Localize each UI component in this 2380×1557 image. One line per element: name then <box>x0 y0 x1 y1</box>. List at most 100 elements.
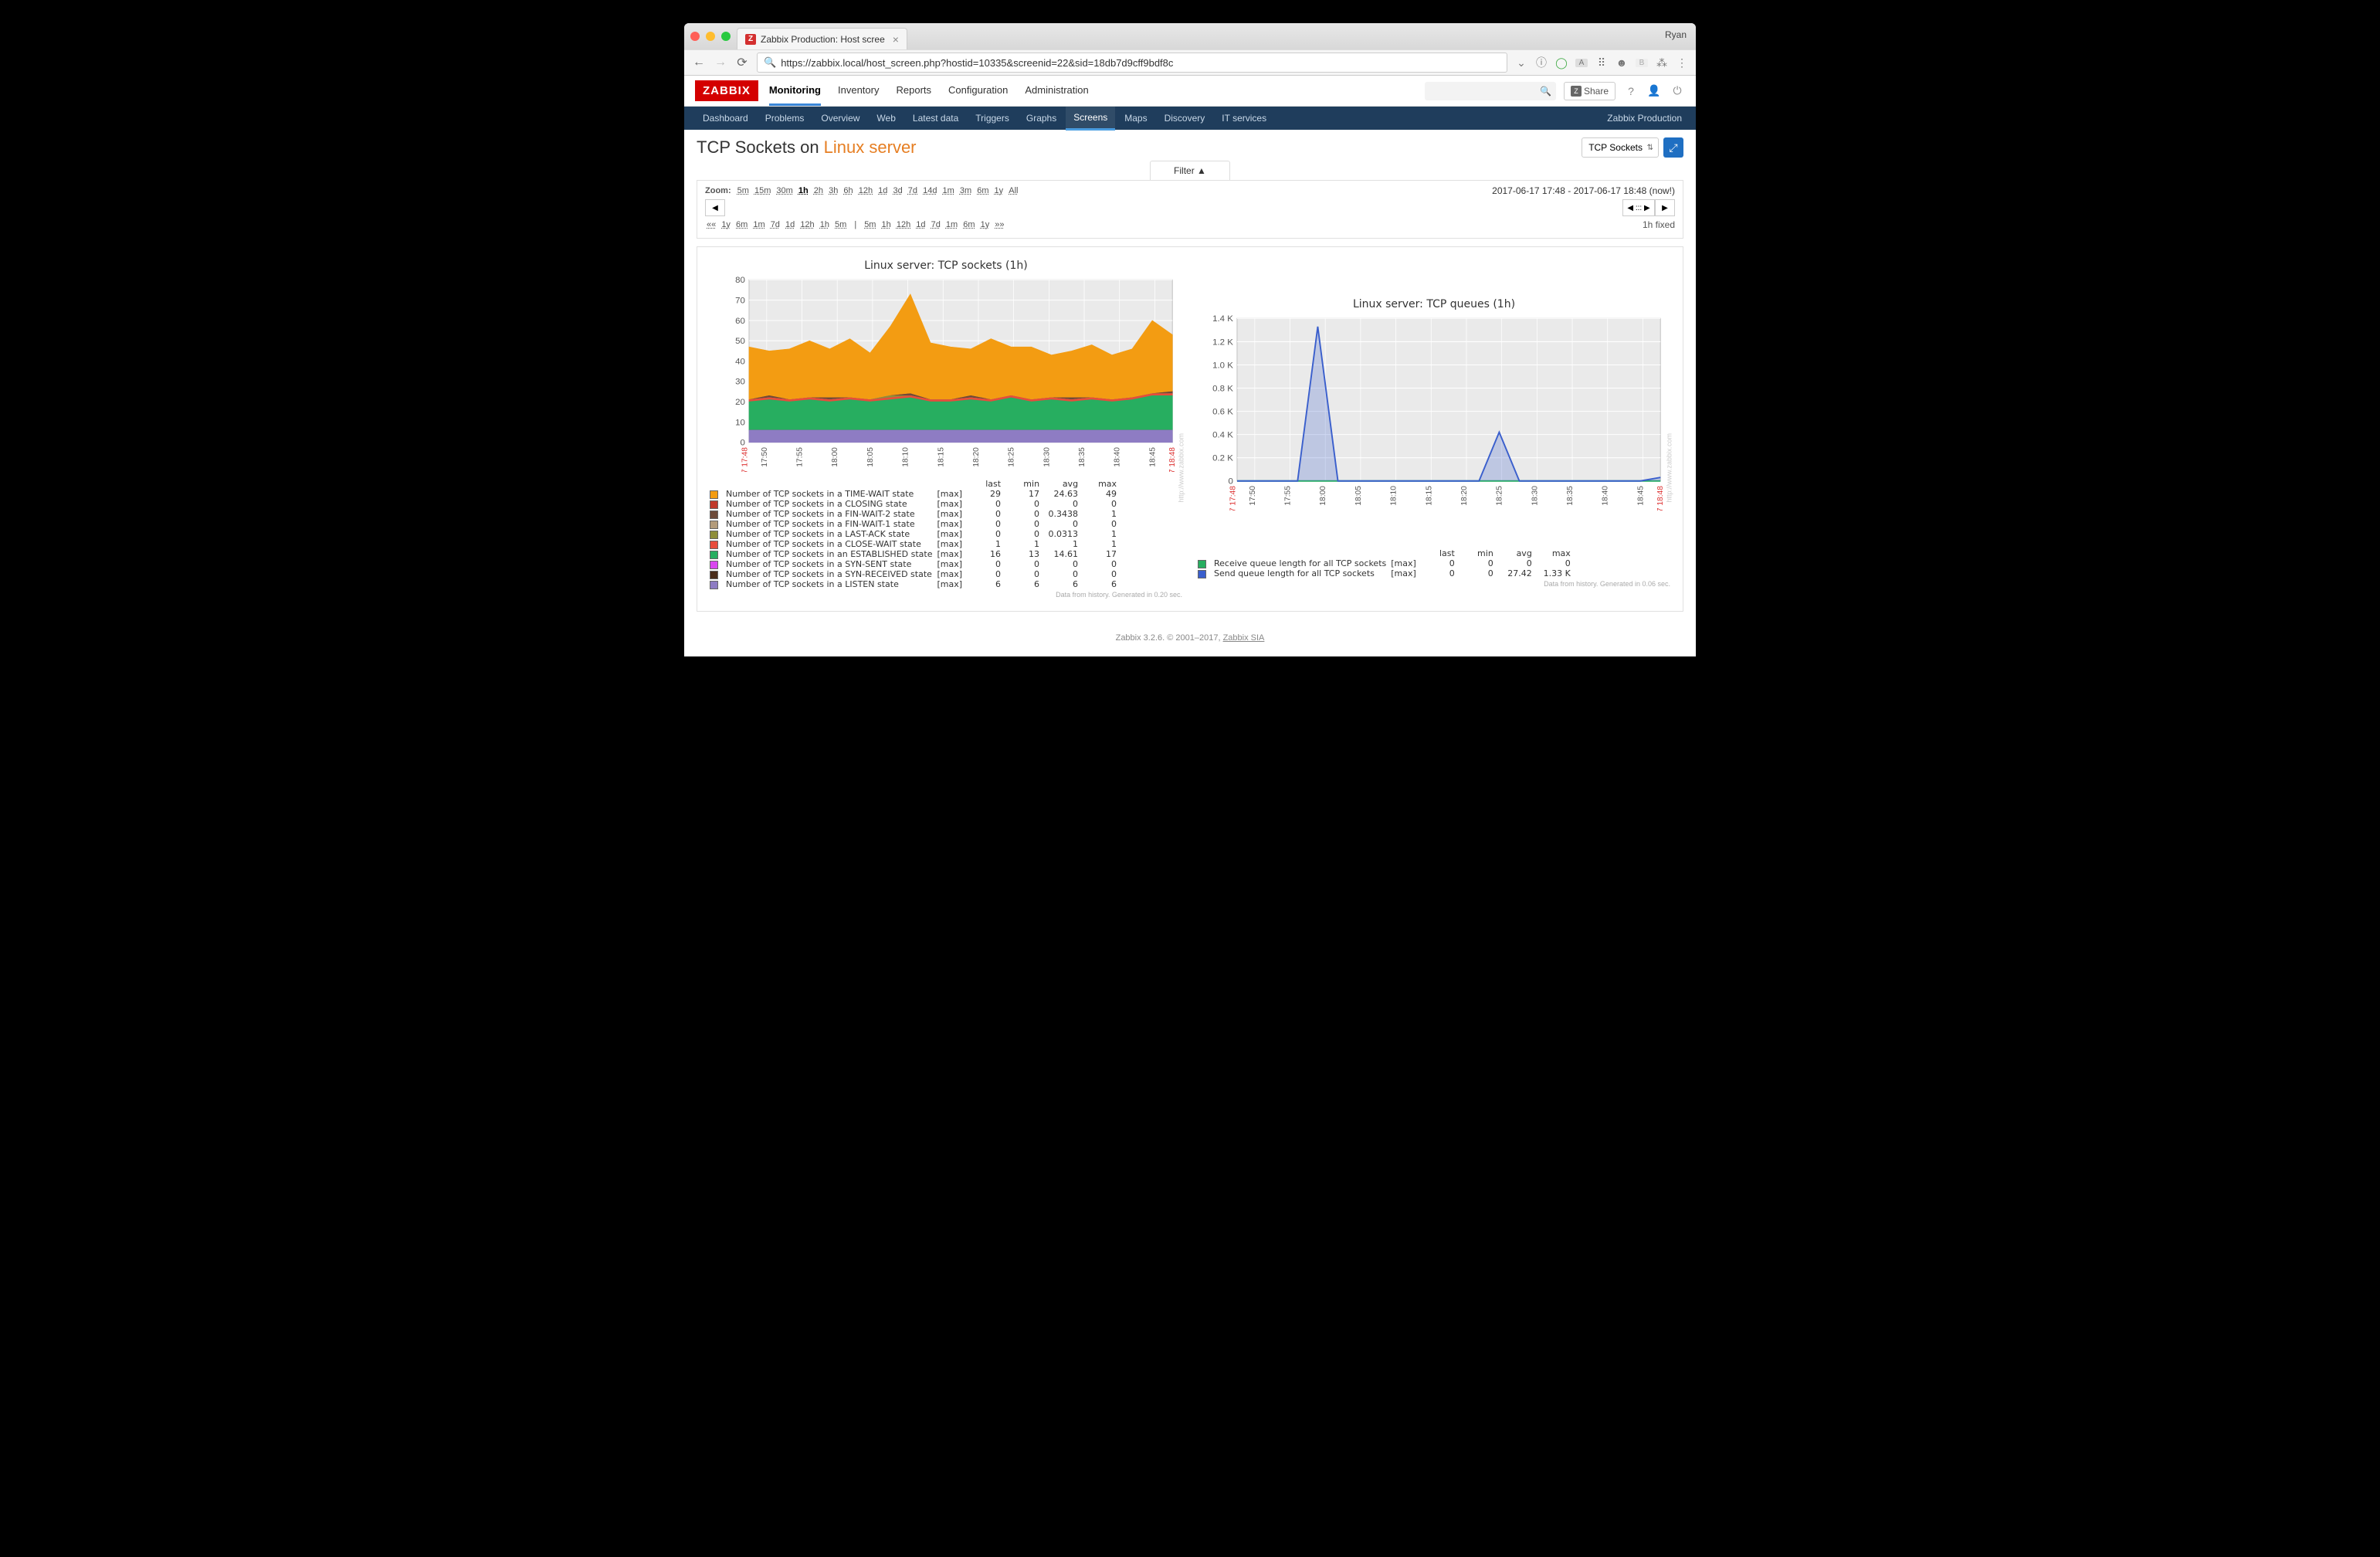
share-button[interactable]: ZShare <box>1564 82 1615 100</box>
zoom-14d[interactable]: 14d <box>921 186 938 195</box>
zoom-1m[interactable]: 1m <box>941 186 956 195</box>
shift-right-1h[interactable]: 1h <box>880 220 893 229</box>
subnav-latest-data[interactable]: Latest data <box>905 107 966 129</box>
shift-right-6m[interactable]: 6m <box>961 220 976 229</box>
subnav-screens[interactable]: Screens <box>1066 107 1115 131</box>
host-link[interactable]: Linux server <box>824 137 917 157</box>
zoom-1d[interactable]: 1d <box>876 186 889 195</box>
menu-inventory[interactable]: Inventory <box>838 76 879 106</box>
shift-right-5m[interactable]: 5m <box>863 220 877 229</box>
shift-left-12h[interactable]: 12h <box>798 220 815 229</box>
ext-dots-icon[interactable]: ⠿ <box>1595 56 1608 70</box>
svg-text:18:45: 18:45 <box>1148 447 1157 467</box>
logout-icon[interactable]: ⏻ <box>1670 83 1685 99</box>
zoom-6m[interactable]: 6m <box>975 186 990 195</box>
chrome-menu-icon[interactable]: ⋮ <box>1676 56 1688 70</box>
scroll-left-button[interactable]: ◀ <box>705 199 725 216</box>
info-icon[interactable]: ⓘ <box>1535 55 1548 70</box>
user-icon[interactable]: 👤 <box>1646 83 1662 99</box>
pocket-icon[interactable]: ⌄ <box>1515 56 1527 70</box>
fullscreen-button[interactable]: ⤢ <box>1663 137 1683 158</box>
zoom-5m[interactable]: 5m <box>736 186 751 195</box>
shift-right-12h[interactable]: 12h <box>895 220 912 229</box>
shift-right-1m[interactable]: 1m <box>944 220 959 229</box>
page-title-row: TCP Sockets on Linux server TCP Sockets … <box>684 130 1696 161</box>
filter-toggle[interactable]: Filter ▲ <box>1150 161 1230 180</box>
subnav-discovery[interactable]: Discovery <box>1157 107 1213 129</box>
zoom-window-button[interactable] <box>721 32 731 41</box>
close-window-button[interactable] <box>690 32 700 41</box>
scroll-right-button[interactable]: ▶ <box>1655 199 1675 216</box>
profile-name[interactable]: Ryan <box>1665 29 1687 40</box>
zoom-30m[interactable]: 30m <box>775 186 794 195</box>
subnav-dashboard[interactable]: Dashboard <box>695 107 756 129</box>
minimize-window-button[interactable] <box>706 32 715 41</box>
shift-left-««[interactable]: «« <box>705 220 717 229</box>
reload-button[interactable]: ⟳ <box>735 56 749 70</box>
subnav-overview[interactable]: Overview <box>813 107 867 129</box>
ext-b-icon[interactable]: B <box>1636 59 1648 67</box>
svg-text:17:50: 17:50 <box>761 447 769 467</box>
zabbix-logo[interactable]: ZABBIX <box>695 80 758 101</box>
scroll-bar-button[interactable]: ◀ ::: ▶ <box>1622 199 1655 216</box>
browser-tab[interactable]: Z Zabbix Production: Host scree × <box>737 28 907 49</box>
subnav-triggers[interactable]: Triggers <box>968 107 1017 129</box>
menu-administration[interactable]: Administration <box>1025 76 1088 106</box>
shift-right-»»[interactable]: »» <box>993 220 1005 229</box>
menu-configuration[interactable]: Configuration <box>948 76 1008 106</box>
legend-row: Number of TCP sockets in a CLOSE-WAIT st… <box>710 539 1121 549</box>
shift-left-5m[interactable]: 5m <box>833 220 848 229</box>
back-button[interactable]: ← <box>692 56 706 70</box>
shift-right-7d[interactable]: 7d <box>930 220 942 229</box>
zoom-15m[interactable]: 15m <box>753 186 772 195</box>
shift-left-1h[interactable]: 1h <box>819 220 831 229</box>
svg-text:18:00: 18:00 <box>1319 486 1327 506</box>
menu-reports[interactable]: Reports <box>896 76 931 106</box>
menu-monitoring[interactable]: Monitoring <box>769 76 821 106</box>
subnav-web[interactable]: Web <box>869 107 903 129</box>
svg-text:18:15: 18:15 <box>937 447 945 467</box>
tcp-queues-chart[interactable]: 00.2 K0.4 K0.6 K0.8 K1.0 K1.2 K1.4 K17:5… <box>1198 314 1670 511</box>
zoom-12h[interactable]: 12h <box>857 186 874 195</box>
extension-icons: ⌄ ⓘ ◯ A ⠿ ☻ B ⁂ ⋮ <box>1515 55 1688 70</box>
subnav-problems[interactable]: Problems <box>758 107 812 129</box>
ext-face-icon[interactable]: ☻ <box>1615 56 1628 69</box>
zoom-3d[interactable]: 3d <box>891 186 904 195</box>
forward-button[interactable]: → <box>714 56 727 70</box>
zoom-6h[interactable]: 6h <box>842 186 854 195</box>
shift-left-1y[interactable]: 1y <box>720 220 732 229</box>
shift-left-1m[interactable]: 1m <box>751 220 766 229</box>
svg-text:18:20: 18:20 <box>1460 486 1469 506</box>
shift-right-1d[interactable]: 1d <box>914 220 927 229</box>
svg-text:06-17 17:48: 06-17 17:48 <box>1229 486 1237 511</box>
zoom-3m[interactable]: 3m <box>958 186 973 195</box>
help-button[interactable]: ? <box>1623 83 1639 99</box>
shift-left-1d[interactable]: 1d <box>784 220 796 229</box>
graph-tcp-sockets: Linux server: TCP sockets (1h) 010203040… <box>710 260 1182 599</box>
legend-row: Number of TCP sockets in an ESTABLISHED … <box>710 549 1121 559</box>
subnav-it-services[interactable]: IT services <box>1214 107 1274 129</box>
footer-link[interactable]: Zabbix SIA <box>1223 633 1265 643</box>
svg-text:18:00: 18:00 <box>831 447 839 467</box>
close-tab-icon[interactable]: × <box>893 33 899 46</box>
ext-a-icon[interactable]: A <box>1575 59 1588 67</box>
shift-left-7d[interactable]: 7d <box>769 220 781 229</box>
zoom-1h[interactable]: 1h <box>797 186 810 195</box>
zoom-All[interactable]: All <box>1007 186 1019 195</box>
zoom-7d[interactable]: 7d <box>907 186 919 195</box>
adblock-icon[interactable]: ◯ <box>1555 56 1568 70</box>
zoom-3h[interactable]: 3h <box>827 186 839 195</box>
ext-cluster-icon[interactable]: ⁂ <box>1656 56 1668 70</box>
search-input[interactable]: 🔍 <box>1425 82 1556 100</box>
graph-title: Linux server: TCP queues (1h) <box>1198 298 1670 310</box>
search-icon: 🔍 <box>1540 86 1551 97</box>
shift-right-1y[interactable]: 1y <box>979 220 992 229</box>
shift-left-6m[interactable]: 6m <box>734 220 749 229</box>
subnav-maps[interactable]: Maps <box>1117 107 1154 129</box>
zoom-1y[interactable]: 1y <box>993 186 1005 195</box>
zoom-2h[interactable]: 2h <box>812 186 825 195</box>
address-bar[interactable]: 🔍 https://zabbix.local/host_screen.php?h… <box>757 53 1507 73</box>
subnav-graphs[interactable]: Graphs <box>1019 107 1064 129</box>
screen-select[interactable]: TCP Sockets <box>1582 137 1659 158</box>
tcp-sockets-chart[interactable]: 0102030405060708017:5017:5518:0018:0518:… <box>710 275 1182 472</box>
